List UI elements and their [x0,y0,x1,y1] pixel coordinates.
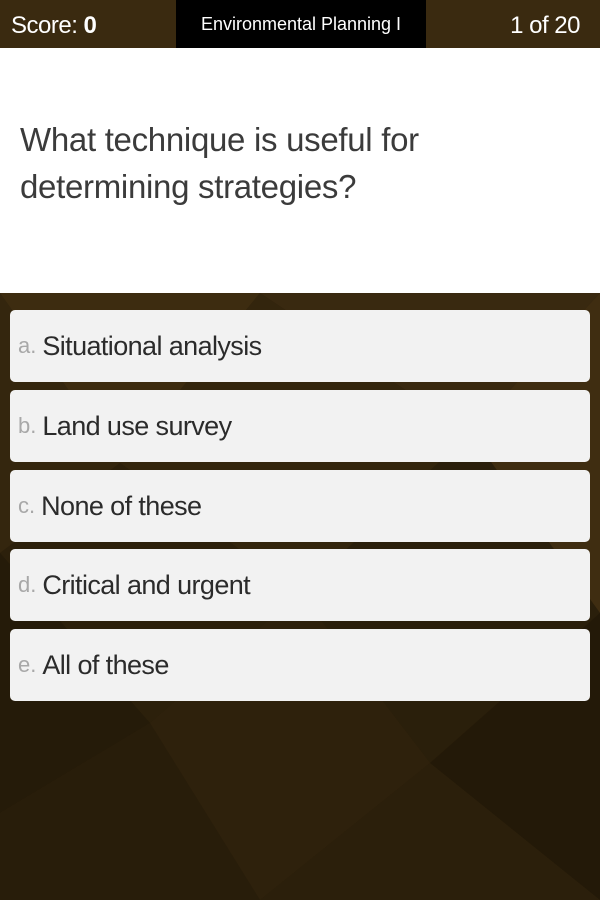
question-progress: 1 of 20 [510,12,580,39]
answer-option-b[interactable]: b. Land use survey [10,390,590,462]
answer-letter: e. [18,652,37,677]
answer-option-c[interactable]: c. None of these [10,470,590,542]
score-value: 0 [83,12,97,39]
answer-option-d[interactable]: d. Critical and urgent [10,549,590,621]
answer-text: Land use survey [42,410,232,441]
answer-option-e[interactable]: e. All of these [10,629,590,701]
answer-option-a[interactable]: a. Situational analysis [10,310,590,382]
answer-letter: a. [18,333,37,358]
answer-text: Critical and urgent [42,569,251,600]
answer-letter: d. [18,572,37,597]
top-bar: Score: 0 Environmental Planning I 1 of 2… [0,0,600,48]
answer-text: None of these [41,490,202,521]
answer-text: All of these [42,649,169,680]
score-label: Score: [11,12,78,39]
answer-letter: c. [18,493,36,518]
answers-area: a. Situational analysis b. Land use surv… [0,293,600,900]
question-panel: What technique is useful for determining… [0,48,600,293]
answer-letter: b. [18,413,37,438]
answer-text: Situational analysis [42,330,262,361]
score-display: Score: 0 [11,12,97,40]
question-text: What technique is useful for determining… [20,121,419,205]
quiz-title: Environmental Planning I [176,0,426,48]
